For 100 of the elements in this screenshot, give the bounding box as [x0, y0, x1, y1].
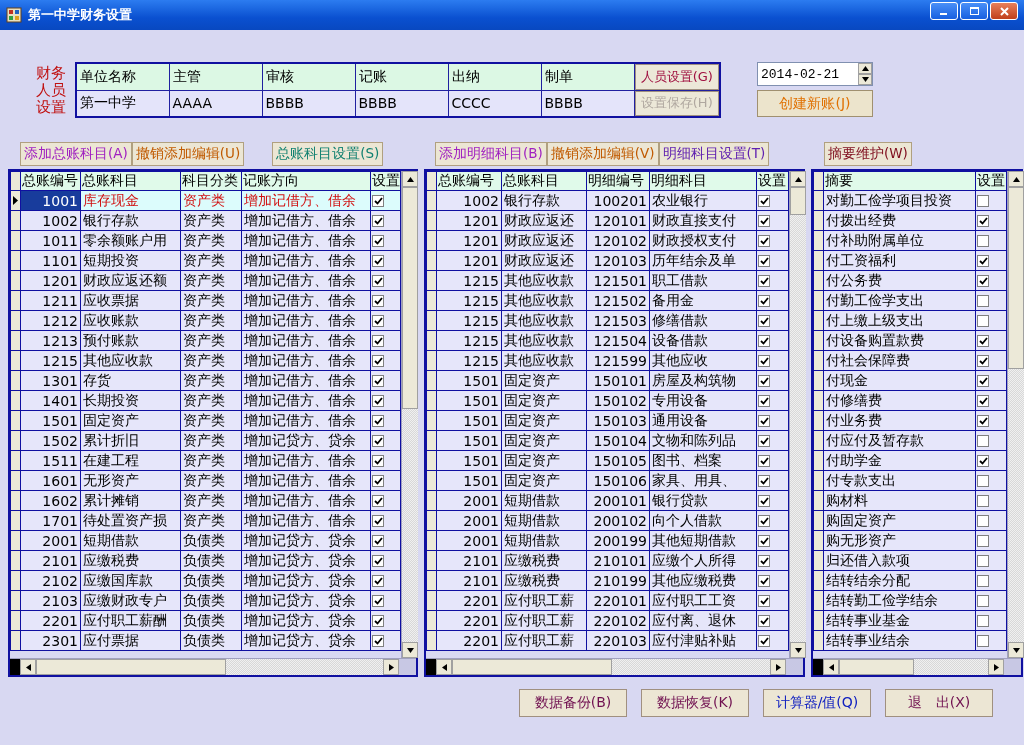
row-header[interactable]	[426, 430, 437, 451]
row-header[interactable]	[10, 530, 21, 551]
checkbox[interactable]	[372, 634, 384, 647]
checkbox[interactable]	[372, 574, 384, 587]
checkbox[interactable]	[758, 594, 770, 607]
checkbox[interactable]	[758, 294, 770, 307]
vertical-scrollbar[interactable]	[789, 171, 806, 658]
row-header[interactable]	[813, 610, 824, 631]
row-header[interactable]	[10, 410, 21, 431]
scroll-right-button[interactable]	[988, 659, 1004, 675]
scrollbar-thumb[interactable]	[452, 659, 612, 675]
footer-button[interactable]: 数据备份(B)	[519, 689, 627, 717]
row-header[interactable]	[10, 450, 21, 471]
row-header[interactable]	[813, 510, 824, 531]
checkbox[interactable]	[758, 414, 770, 427]
toolbar-button[interactable]: 明细科目设置(T)	[658, 142, 770, 166]
row-header[interactable]	[10, 310, 21, 331]
scroll-right-button[interactable]	[770, 659, 786, 675]
staff-field[interactable]: AAAA	[169, 90, 262, 117]
row-header[interactable]	[426, 370, 437, 391]
scrollbar-thumb[interactable]	[402, 187, 418, 409]
scroll-down-button[interactable]	[1008, 642, 1024, 658]
minimize-button[interactable]	[930, 2, 958, 20]
row-header[interactable]	[426, 570, 437, 591]
row-header[interactable]	[10, 230, 21, 251]
row-header[interactable]	[813, 270, 824, 291]
row-header[interactable]	[426, 490, 437, 511]
row-header[interactable]	[10, 470, 21, 491]
row-header[interactable]	[426, 410, 437, 431]
row-header[interactable]	[813, 570, 824, 591]
checkbox[interactable]	[977, 314, 989, 327]
row-header[interactable]	[813, 210, 824, 231]
staff-field[interactable]: BBBB	[541, 90, 634, 117]
checkbox[interactable]	[977, 514, 989, 527]
row-header[interactable]	[813, 490, 824, 511]
row-header[interactable]	[813, 550, 824, 571]
checkbox[interactable]	[758, 374, 770, 387]
row-header[interactable]	[813, 430, 824, 451]
row-header[interactable]	[10, 510, 21, 531]
checkbox[interactable]	[372, 514, 384, 527]
row-header[interactable]	[10, 550, 21, 571]
checkbox[interactable]	[758, 494, 770, 507]
row-header[interactable]	[10, 330, 21, 351]
staff-field[interactable]: CCCC	[448, 90, 541, 117]
checkbox[interactable]	[977, 474, 989, 487]
checkbox[interactable]	[372, 394, 384, 407]
row-header[interactable]	[426, 630, 437, 651]
checkbox[interactable]	[977, 194, 989, 207]
column-header[interactable]: 科目分类	[180, 171, 242, 191]
checkbox[interactable]	[372, 554, 384, 567]
row-header[interactable]	[813, 290, 824, 311]
scrollbar-thumb[interactable]	[839, 659, 914, 675]
column-header[interactable]: 记账方向	[241, 171, 371, 191]
checkbox[interactable]	[977, 334, 989, 347]
checkbox[interactable]	[758, 234, 770, 247]
scroll-down-button[interactable]	[402, 642, 418, 658]
checkbox[interactable]	[758, 354, 770, 367]
row-header[interactable]	[813, 390, 824, 411]
toolbar-button[interactable]: 添加总账科目(A)	[20, 142, 132, 166]
checkbox[interactable]	[977, 574, 989, 587]
row-header[interactable]	[813, 250, 824, 271]
checkbox[interactable]	[758, 454, 770, 467]
footer-button[interactable]: 数据恢复(K)	[641, 689, 749, 717]
checkbox[interactable]	[758, 634, 770, 647]
row-header[interactable]	[10, 430, 21, 451]
staff-field[interactable]: BBBB	[355, 90, 448, 117]
footer-button[interactable]: 计算器/值(Q)	[763, 689, 871, 717]
vertical-scrollbar[interactable]	[1007, 171, 1024, 658]
row-header[interactable]	[426, 210, 437, 231]
checkbox[interactable]	[758, 474, 770, 487]
checkbox[interactable]	[977, 534, 989, 547]
column-header[interactable]: 设置	[370, 171, 401, 191]
checkbox[interactable]	[372, 534, 384, 547]
staff-settings-button[interactable]: 人员设置(G)	[634, 64, 719, 90]
row-header[interactable]	[426, 310, 437, 331]
checkbox[interactable]	[977, 294, 989, 307]
row-header[interactable]	[426, 330, 437, 351]
checkbox[interactable]	[977, 494, 989, 507]
checkbox[interactable]	[977, 234, 989, 247]
checkbox[interactable]	[372, 314, 384, 327]
checkbox[interactable]	[977, 254, 989, 267]
row-header[interactable]	[426, 610, 437, 631]
row-header[interactable]	[426, 530, 437, 551]
row-header[interactable]	[426, 290, 437, 311]
checkbox[interactable]	[372, 594, 384, 607]
row-header[interactable]	[813, 410, 824, 431]
checkbox[interactable]	[758, 194, 770, 207]
checkbox[interactable]	[372, 294, 384, 307]
column-header[interactable]: 摘要	[823, 171, 976, 191]
row-header[interactable]	[426, 350, 437, 371]
scrollbar-thumb[interactable]	[790, 187, 806, 215]
row-header[interactable]	[813, 230, 824, 251]
close-button[interactable]	[990, 2, 1018, 20]
date-field[interactable]: 2014-02-21	[757, 62, 873, 86]
checkbox[interactable]	[758, 334, 770, 347]
row-header[interactable]	[813, 370, 824, 391]
checkbox[interactable]	[977, 614, 989, 627]
checkbox[interactable]	[758, 614, 770, 627]
row-header[interactable]	[10, 390, 21, 411]
row-header[interactable]	[813, 310, 824, 331]
